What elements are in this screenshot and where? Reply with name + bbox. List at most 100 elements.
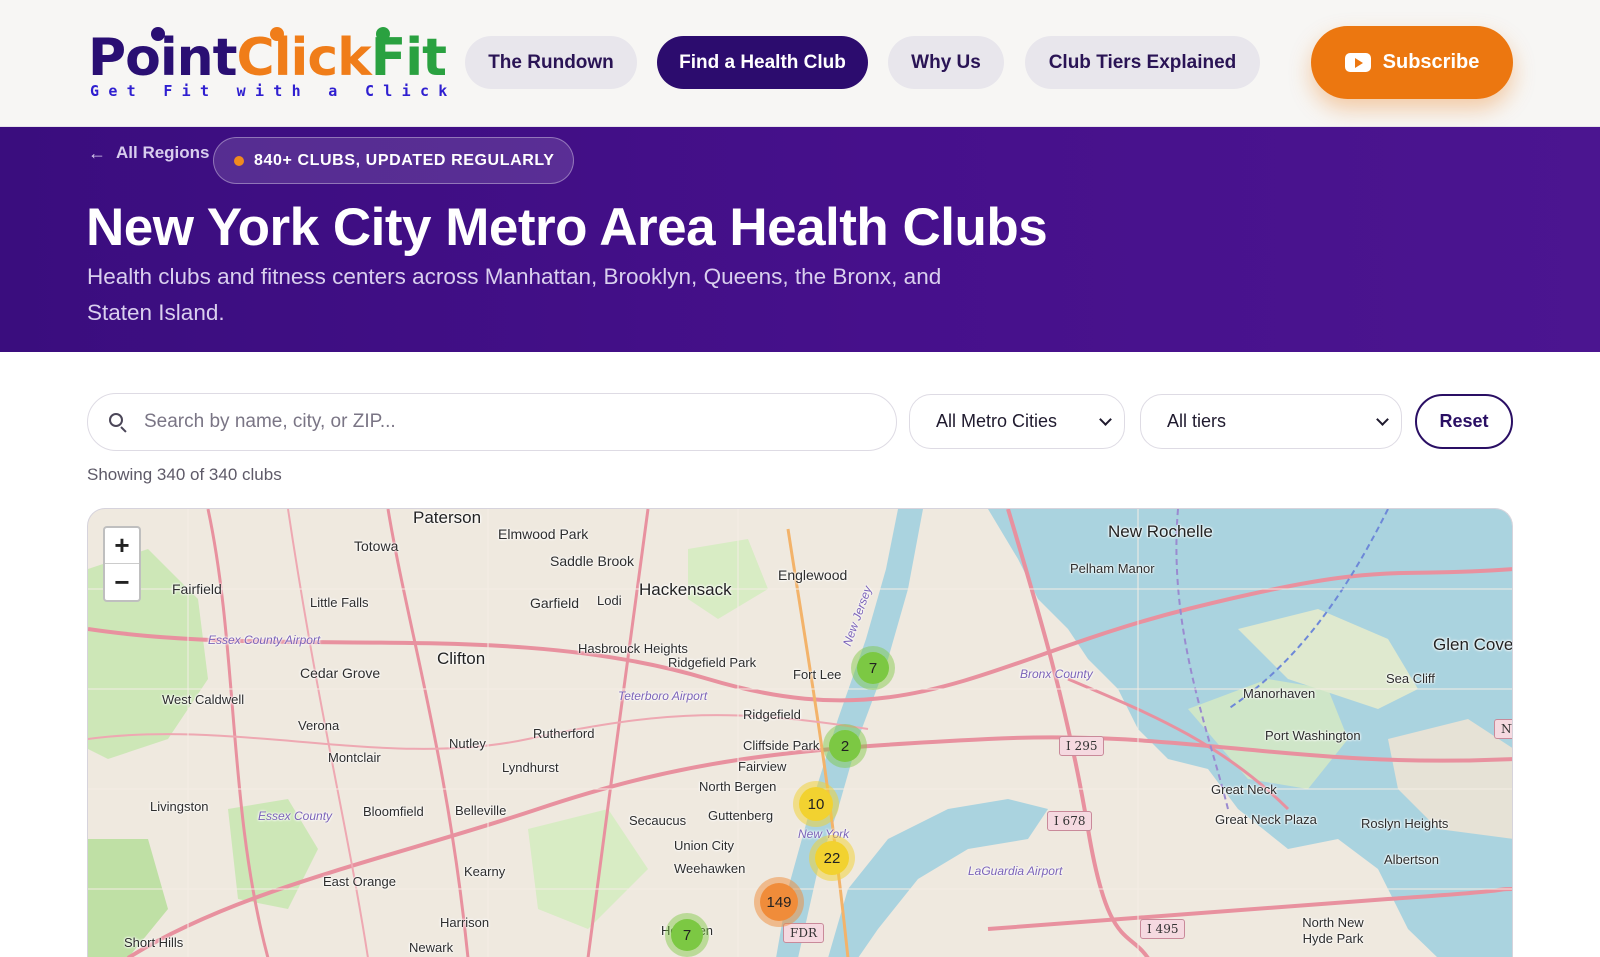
club-count-text: 840+ CLUBS, UPDATED REGULARLY (254, 151, 555, 169)
results-count: Showing 340 of 340 clubs (87, 465, 282, 484)
map-place-label: Short Hills (124, 935, 184, 950)
map-place-label: Little Falls (310, 595, 369, 610)
map-place-label: Teterboro Airport (618, 689, 708, 703)
map-place-label: Albertson (1384, 852, 1439, 867)
map-place-label: Lodi (597, 593, 622, 608)
tier-select[interactable]: All tiers (1140, 394, 1402, 449)
map-place-label: Roslyn Heights (1361, 816, 1449, 831)
map-place-label: Sea Cliff (1386, 671, 1435, 686)
logo-robot-icon (376, 27, 390, 41)
map-place-label: Livingston (150, 799, 209, 814)
nav-why-us[interactable]: Why Us (888, 36, 1004, 89)
pointclickfit-logo[interactable]: PointClickFit Get Fit with a Click (88, 24, 447, 102)
youtube-icon (1344, 53, 1371, 72)
map-place-label: Lyndhurst (502, 760, 559, 775)
all-regions-link[interactable]: ← All Regions (88, 143, 210, 163)
map-place-label: Cliffside Park (743, 738, 820, 753)
reset-button[interactable]: Reset (1415, 394, 1513, 449)
club-cluster-marker[interactable]: 7 (851, 646, 895, 690)
search-icon (108, 412, 128, 433)
page-subtitle: Health clubs and fitness centers across … (87, 264, 942, 325)
cluster-count: 2 (829, 730, 861, 762)
map-place-label: Garfield (530, 595, 580, 611)
map-place-label: Ridgefield Park (668, 655, 757, 670)
chevron-down-icon (1099, 412, 1112, 426)
map-place-label: North New Hyde Park (1302, 915, 1364, 946)
site-header: PointClickFit Get Fit with a Click The R… (0, 0, 1600, 127)
map-place-label: New Rochelle (1108, 522, 1213, 541)
map-place-label: Great Neck (1211, 782, 1277, 797)
arrow-left-icon: ← (88, 143, 106, 163)
logo-wordmark: PointClickFit (88, 28, 447, 88)
map-place-label: Kearny (464, 864, 506, 879)
highway-shield: NY (1494, 719, 1512, 739)
logo-tagline: Get Fit with a Click (90, 82, 457, 100)
map-place-label: Verona (298, 718, 340, 733)
highway-shield: I 295 (1059, 736, 1105, 756)
map-place-label: Nutley (449, 736, 486, 751)
map-place-label: Fairfield (172, 581, 222, 597)
logo-phone-icon (270, 27, 284, 41)
search-box[interactable] (87, 393, 897, 451)
map-place-label: Manorhaven (1243, 686, 1316, 701)
map-place-label: West Caldwell (162, 692, 245, 707)
club-cluster-marker[interactable]: 149 (754, 877, 804, 927)
map-place-label: Secaucus (629, 813, 687, 828)
search-input[interactable] (144, 411, 844, 433)
map-place-label: Great Neck Plaza (1215, 812, 1317, 827)
cluster-count: 149 (760, 883, 798, 921)
map-place-label: Harrison (440, 915, 490, 930)
map-place-label: Bloomfield (363, 804, 424, 819)
map-zoom-control: + − (103, 526, 141, 602)
metro-city-select-value: All Metro Cities (936, 411, 1058, 431)
map-place-label: Belleville (455, 803, 507, 818)
club-cluster-marker[interactable]: 10 (793, 781, 839, 827)
nav-find-a-health-club[interactable]: Find a Health Club (657, 36, 868, 89)
club-cluster-marker[interactable]: 2 (823, 724, 867, 768)
subscribe-label: Subscribe (1382, 51, 1480, 73)
map-place-label: Clifton (437, 649, 486, 668)
map-place-label: Ridgefield (743, 707, 801, 722)
cluster-count: 22 (815, 841, 849, 875)
nav-club-tiers-explained[interactable]: Club Tiers Explained (1025, 36, 1260, 89)
highway-shield: FDR (783, 923, 824, 943)
zoom-in-button[interactable]: + (105, 528, 139, 564)
map-place-label: Saddle Brook (550, 553, 635, 569)
cluster-count: 7 (857, 652, 889, 684)
map-place-label: Pelham Manor (1070, 561, 1155, 576)
map-place-label: Essex County (258, 809, 333, 823)
map-place-label: Newark (409, 940, 454, 955)
map-place-label: Cedar Grove (300, 665, 381, 681)
metro-city-select[interactable]: All Metro Cities (909, 394, 1125, 449)
club-cluster-marker[interactable]: 22 (809, 835, 855, 881)
map-place-label: Union City (674, 838, 734, 853)
map-place-label: Totowa (354, 538, 399, 554)
region-hero: ← All Regions 840+ CLUBS, UPDATED REGULA… (0, 127, 1600, 352)
map-place-label: Rutherford (533, 726, 595, 741)
map-place-label: Montclair (328, 750, 381, 765)
cluster-count: 10 (799, 787, 833, 821)
map-place-label: East Orange (323, 874, 396, 889)
map-place-label: Weehawken (674, 861, 746, 876)
nav-the-rundown[interactable]: The Rundown (465, 36, 637, 89)
map-place-label: LaGuardia Airport (968, 864, 1063, 878)
map-place-label: Essex County Airport (208, 633, 321, 647)
map-place-label: Glen Cove (1433, 635, 1513, 654)
club-map[interactable]: + − Paterson Totowa Elmwood Park Saddle … (87, 508, 1513, 957)
highway-shield: I 495 (1140, 919, 1186, 939)
cluster-count: 7 (671, 919, 703, 951)
club-count-badge: 840+ CLUBS, UPDATED REGULARLY (213, 137, 574, 184)
map-place-label: Guttenberg (708, 808, 774, 823)
map-place-label: Paterson (413, 508, 482, 527)
map-place-label: Hackensack (639, 580, 732, 599)
map-place-label: Elmwood Park (498, 526, 589, 542)
subscribe-button[interactable]: Subscribe (1311, 26, 1513, 99)
tier-select-value: All tiers (1167, 411, 1227, 431)
map-place-label: Englewood (778, 567, 848, 583)
highway-shield: I 678 (1047, 811, 1093, 831)
club-cluster-marker[interactable]: 7 (665, 913, 709, 957)
zoom-out-button[interactable]: − (105, 564, 139, 600)
all-regions-label: All Regions (116, 143, 210, 162)
map-place-label: Hasbrouck Heights (578, 641, 688, 656)
status-dot-icon (234, 155, 244, 166)
